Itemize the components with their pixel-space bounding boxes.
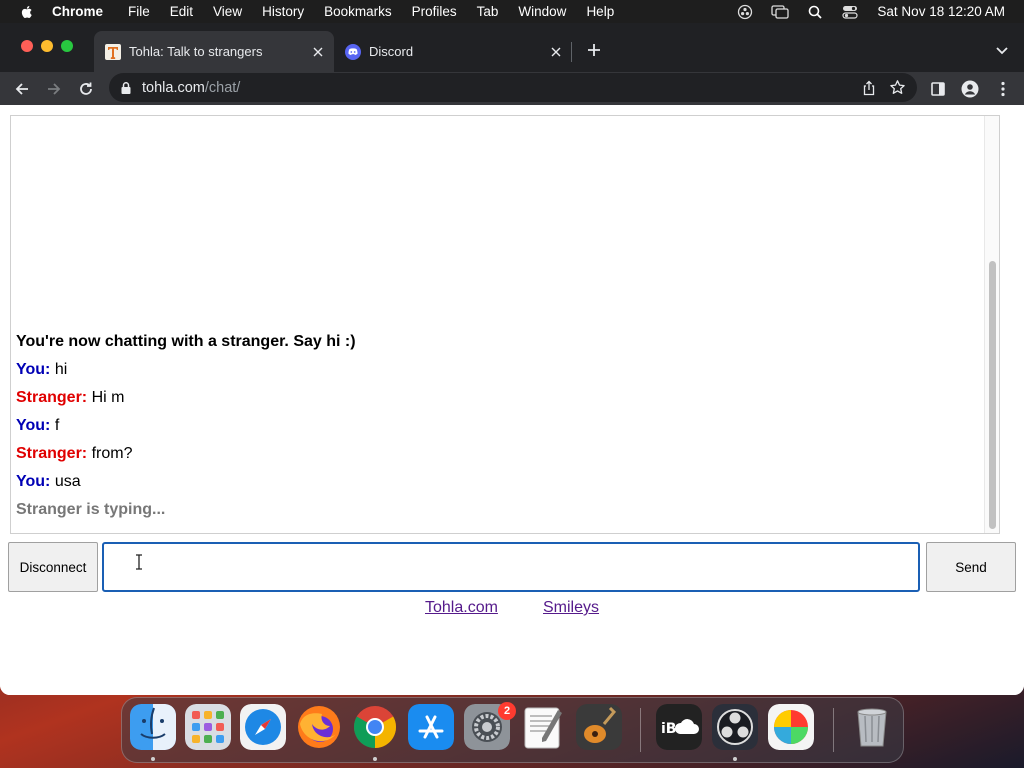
typing-indicator: Stranger is typing... [16, 501, 166, 518]
screen-mirroring-icon[interactable] [771, 3, 790, 21]
message-sender: Stranger: [16, 445, 88, 462]
url-text[interactable]: tohla.com/chat/ [142, 80, 240, 96]
control-center-icon[interactable] [841, 3, 859, 21]
address-bar[interactable]: tohla.com/chat/ [109, 73, 917, 102]
app-store-icon[interactable] [408, 704, 454, 750]
message-sender: You: [16, 361, 51, 378]
smileys-link[interactable]: Smileys [543, 599, 599, 617]
running-indicator [373, 757, 377, 761]
chat-status-message: You're now chatting with a stranger. Say… [16, 333, 356, 350]
chrome-icon[interactable] [352, 704, 398, 750]
dock-separator [833, 708, 834, 752]
menu-help[interactable]: Help [586, 4, 614, 19]
chat-page: You're now chatting with a stranger. Say… [0, 105, 1024, 695]
message-text: from? [91, 445, 133, 462]
message-sender: You: [16, 417, 51, 434]
notification-badge: 2 [498, 702, 516, 720]
forward-arrow-icon[interactable] [44, 79, 64, 99]
discord-favicon-icon [345, 43, 361, 60]
menu-tab[interactable]: Tab [477, 4, 499, 19]
message-text: f [54, 417, 60, 434]
disconnect-button[interactable]: Disconnect [8, 542, 98, 592]
menu-file[interactable]: File [128, 4, 150, 19]
tohla-home-link[interactable]: Tohla.com [425, 599, 498, 617]
menu-profiles[interactable]: Profiles [412, 4, 457, 19]
tab-separator [571, 42, 572, 62]
tab-title: Tohla: Talk to strangers [129, 44, 263, 59]
apple-icon[interactable] [19, 4, 35, 20]
menu-view[interactable]: View [213, 4, 242, 19]
launchpad-icon[interactable] [185, 704, 231, 750]
message-text: Hi m [91, 389, 125, 406]
tab-discord[interactable]: Discord [334, 31, 572, 72]
chat-message: Stranger: Hi m [16, 384, 976, 412]
tab-tohla[interactable]: Tohla: Talk to strangers [94, 31, 334, 72]
share-icon[interactable] [861, 80, 877, 96]
browser-window: Tohla: Talk to strangers Discord tohla.c… [0, 23, 1024, 695]
url-path: /chat/ [204, 79, 241, 96]
menu-bookmarks[interactable]: Bookmarks [324, 4, 392, 19]
chat-scrollbar[interactable] [984, 116, 999, 533]
browser-toolbar: tohla.com/chat/ [0, 72, 1024, 105]
menu-bar-status: Sat Nov 18 12:20 AM [719, 0, 1005, 23]
chat-message: You: hi [16, 356, 976, 384]
message-text: usa [54, 473, 81, 490]
finder-icon[interactable] [130, 704, 176, 750]
trash-icon[interactable] [849, 704, 895, 750]
garageband-icon[interactable] [576, 704, 622, 750]
menu-window[interactable]: Window [518, 4, 566, 19]
firefox-icon[interactable] [296, 704, 342, 750]
back-arrow-icon[interactable] [12, 79, 32, 99]
running-indicator [733, 757, 737, 761]
obs-icon[interactable] [712, 704, 758, 750]
scrollbar-thumb[interactable] [989, 261, 996, 529]
dock-separator [640, 708, 641, 752]
menu-app-name[interactable]: Chrome [52, 4, 103, 19]
side-panel-icon[interactable] [928, 79, 948, 99]
message-list: You're now chatting with a stranger. Say… [16, 328, 976, 524]
chat-message: You: f [16, 412, 976, 440]
menu-edit[interactable]: Edit [170, 4, 193, 19]
tab-title: Discord [369, 44, 414, 59]
tohla-favicon-icon [105, 43, 121, 60]
profile-avatar-icon[interactable] [960, 79, 980, 99]
running-indicator [151, 757, 155, 761]
menu-bar: Chrome File Edit View History Bookmarks … [0, 0, 1024, 23]
dock: 2 iB [121, 697, 904, 763]
window-minimize-button[interactable] [41, 40, 53, 52]
message-sender: Stranger: [16, 389, 88, 406]
obs-status-icon[interactable] [736, 3, 754, 21]
menu-bar-clock[interactable]: Sat Nov 18 12:20 AM [877, 4, 1005, 19]
color-picker-icon[interactable] [768, 704, 814, 750]
message-sender: You: [16, 473, 51, 490]
chat-message: You: usa [16, 468, 976, 496]
tab-close-icon[interactable] [548, 44, 564, 60]
message-input[interactable] [102, 542, 920, 592]
send-button[interactable]: Send [926, 542, 1016, 592]
bookmark-star-icon[interactable] [889, 79, 906, 96]
svg-text:iB: iB [661, 721, 676, 737]
lock-icon[interactable] [119, 81, 133, 95]
chat-log[interactable]: You're now chatting with a stranger. Say… [10, 115, 1000, 534]
tab-search-chevron-down-icon[interactable] [994, 42, 1010, 58]
reload-icon[interactable] [76, 79, 96, 99]
window-zoom-button[interactable] [61, 40, 73, 52]
tab-close-icon[interactable] [310, 44, 326, 60]
menu-history[interactable]: History [262, 4, 304, 19]
tab-strip: Tohla: Talk to strangers Discord [0, 23, 1024, 72]
window-close-button[interactable] [21, 40, 33, 52]
message-text: hi [54, 361, 68, 378]
spotlight-search-icon[interactable] [806, 3, 824, 21]
chat-message: Stranger: from? [16, 440, 976, 468]
new-tab-plus-icon[interactable] [585, 41, 603, 59]
safari-icon[interactable] [240, 704, 286, 750]
textedit-icon[interactable] [520, 704, 566, 750]
more-menu-icon[interactable] [993, 79, 1013, 99]
icloud-icon[interactable]: iB [656, 704, 702, 750]
url-host: tohla.com [142, 79, 205, 96]
